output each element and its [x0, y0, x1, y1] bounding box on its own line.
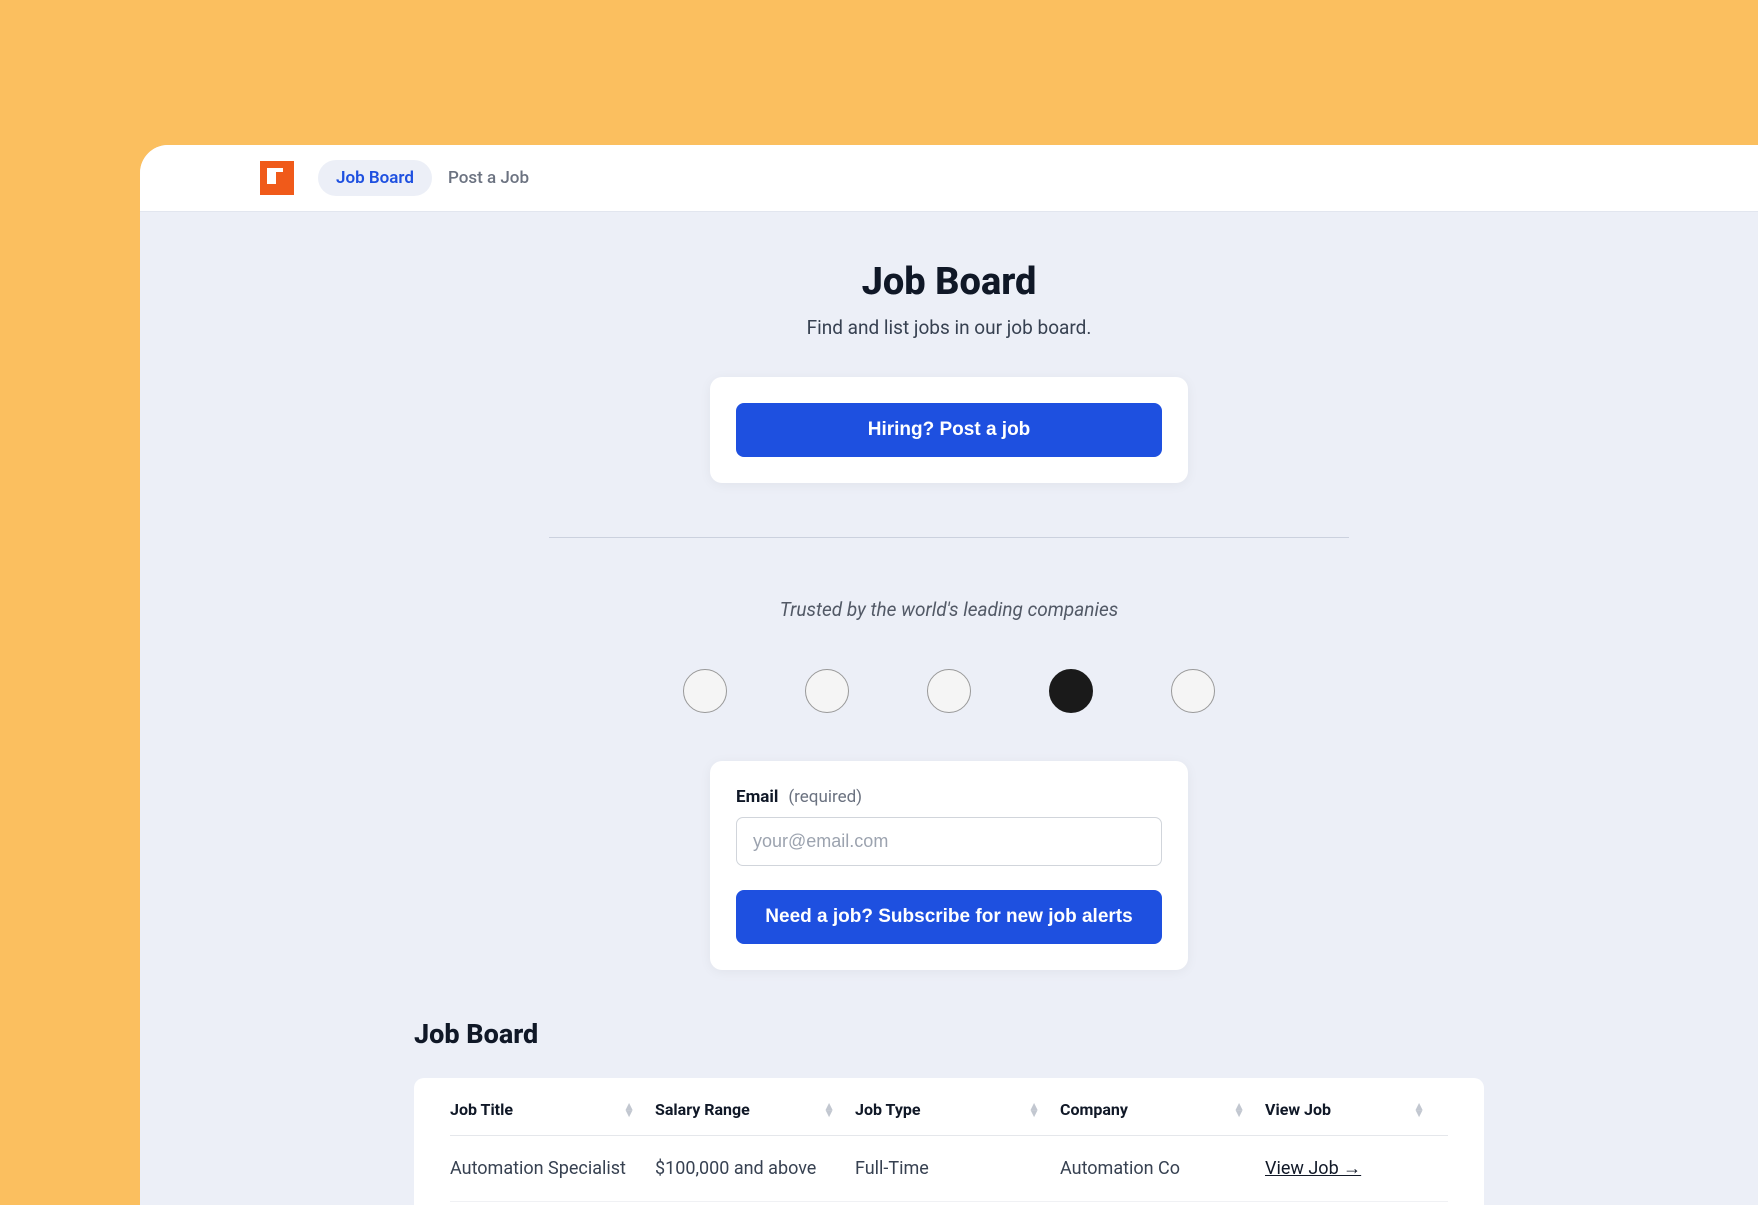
company-logos — [140, 669, 1758, 713]
cell-salary: $100,000 and above — [655, 1158, 855, 1179]
job-table: Job Title ▲▼ Salary Range ▲▼ Job Type ▲▼… — [414, 1078, 1484, 1205]
header-bar: Job Board Post a Job — [140, 145, 1758, 212]
company-logo-4 — [1049, 669, 1093, 713]
nav-job-board[interactable]: Job Board — [318, 160, 432, 196]
post-job-button[interactable]: Hiring? Post a job — [736, 403, 1162, 457]
divider — [549, 537, 1349, 538]
company-logo-3 — [927, 669, 971, 713]
th-company[interactable]: Company ▲▼ — [1060, 1100, 1265, 1119]
subscribe-button[interactable]: Need a job? Subscribe for new job alerts — [736, 890, 1162, 944]
logo-icon[interactable] — [260, 161, 294, 195]
trusted-by-text: Trusted by the world's leading companies — [140, 598, 1758, 621]
th-job-type[interactable]: Job Type ▲▼ — [855, 1100, 1060, 1119]
table-header: Job Title ▲▼ Salary Range ▲▼ Job Type ▲▼… — [450, 1078, 1448, 1136]
app-window: Job Board Post a Job Job Board Find and … — [140, 145, 1758, 1205]
email-input[interactable] — [736, 817, 1162, 866]
sort-icon: ▲▼ — [1413, 1103, 1425, 1117]
post-job-card: Hiring? Post a job — [710, 377, 1188, 483]
th-salary[interactable]: Salary Range ▲▼ — [655, 1100, 855, 1119]
th-job-title-label: Job Title — [450, 1100, 513, 1119]
cell-job-title: Automation Specialist — [450, 1158, 655, 1179]
subscribe-card: Email (required) Need a job? Subscribe f… — [710, 761, 1188, 970]
th-view-job-label: View Job — [1265, 1100, 1331, 1119]
th-job-title[interactable]: Job Title ▲▼ — [450, 1100, 655, 1119]
main-content: Job Board Find and list jobs in our job … — [140, 212, 1758, 1205]
page-title: Job Board — [140, 260, 1758, 304]
sort-icon: ▲▼ — [823, 1103, 835, 1117]
company-logo-5 — [1171, 669, 1215, 713]
table-row: Automation Specialist $100,000 and above… — [450, 1136, 1448, 1202]
email-required: (required) — [788, 787, 862, 807]
page-subtitle: Find and list jobs in our job board. — [140, 316, 1758, 339]
sort-icon: ▲▼ — [1028, 1103, 1040, 1117]
cell-view-job: View Job → — [1265, 1158, 1445, 1179]
sort-icon: ▲▼ — [1233, 1103, 1245, 1117]
company-logo-2 — [805, 669, 849, 713]
th-company-label: Company — [1060, 1100, 1128, 1119]
nav-post-job[interactable]: Post a Job — [448, 168, 529, 188]
company-logo-1 — [683, 669, 727, 713]
th-salary-label: Salary Range — [655, 1100, 750, 1119]
view-job-link[interactable]: View Job → — [1265, 1158, 1361, 1179]
job-board-section: Job Board Job Title ▲▼ Salary Range ▲▼ J… — [414, 1018, 1484, 1205]
cell-company: Automation Co — [1060, 1158, 1265, 1179]
cell-job-type: Full-Time — [855, 1158, 1060, 1179]
section-title: Job Board — [414, 1018, 1484, 1050]
sort-icon: ▲▼ — [623, 1103, 635, 1117]
th-view-job[interactable]: View Job ▲▼ — [1265, 1100, 1445, 1119]
th-job-type-label: Job Type — [855, 1100, 921, 1119]
email-label: Email — [736, 787, 778, 807]
